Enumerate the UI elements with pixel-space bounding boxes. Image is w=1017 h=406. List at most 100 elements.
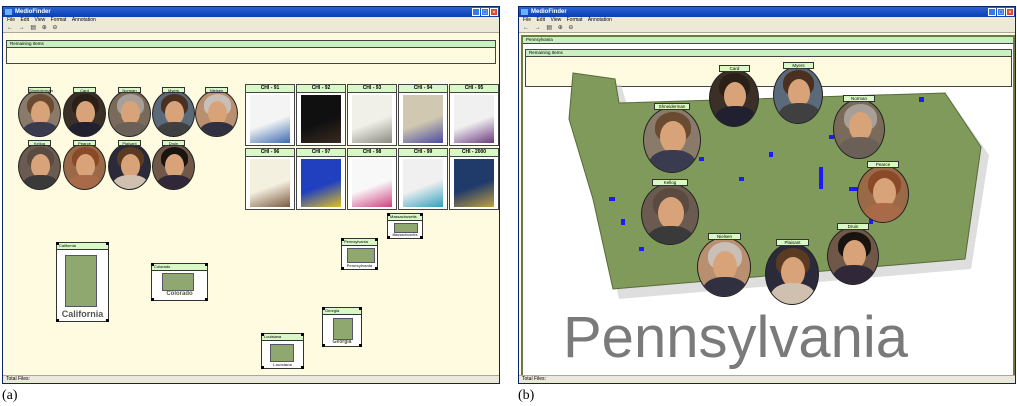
book-chi-98[interactable]: CHI - 98 (347, 148, 397, 210)
portrait-shneiderman[interactable]: Shneiderman (643, 103, 701, 173)
book-label: CHI - 95 (450, 85, 498, 93)
portrait-photo (709, 69, 759, 127)
portrait-plaisant[interactable]: Plaisant (765, 239, 819, 305)
resize-handle[interactable] (301, 366, 304, 369)
resize-handle[interactable] (151, 298, 154, 301)
clothing (715, 106, 756, 126)
state-map-name: Pennsylvania (346, 263, 373, 268)
clothing (779, 103, 820, 123)
resize-handle[interactable] (375, 267, 378, 270)
resize-handle[interactable] (359, 307, 362, 310)
state-map-shape (333, 318, 353, 340)
resize-handle[interactable] (56, 319, 59, 322)
portrait-label: Shneiderman (654, 103, 690, 110)
resize-handle[interactable] (106, 319, 109, 322)
resize-handle[interactable] (322, 307, 325, 310)
portrait-label: Druin (837, 223, 869, 230)
book-cover (301, 159, 341, 207)
portrait-druin[interactable]: Druin (827, 223, 879, 285)
menu-file[interactable]: File (7, 17, 15, 23)
portrait-photo (827, 227, 879, 285)
state-card-california[interactable]: California California (56, 242, 109, 322)
portrait-norman[interactable]: Norman (833, 95, 885, 159)
resize-handle[interactable] (420, 236, 423, 239)
portrait-label: Druin (162, 140, 185, 146)
resize-handle[interactable] (261, 333, 264, 336)
resize-handle[interactable] (375, 238, 378, 241)
resize-handle[interactable] (341, 267, 344, 270)
portrait-kellog[interactable]: Kellog (641, 179, 699, 245)
minimize-button[interactable]: _ (472, 8, 480, 16)
book-chi-91[interactable]: CHI - 91 (245, 84, 295, 146)
portrait-shneiderman[interactable]: Shneiderman (18, 87, 61, 137)
menu-format[interactable]: Format (51, 17, 67, 23)
book-chi-96[interactable]: CHI - 96 (245, 148, 295, 210)
resize-handle[interactable] (261, 366, 264, 369)
portrait-myers[interactable]: Myers (773, 62, 823, 124)
portrait-card[interactable]: Card (709, 65, 759, 127)
forward-icon[interactable]: → (19, 25, 25, 31)
remaining-items-label: Remaining Items (7, 41, 495, 48)
book-chi-97[interactable]: CHI - 97 (296, 148, 346, 210)
book-chi-2000[interactable]: CHI - 2000 (449, 148, 499, 210)
book-chi-99[interactable]: CHI - 99 (398, 148, 448, 210)
portrait-kellog[interactable]: Kellog (18, 140, 61, 190)
resize-handle[interactable] (301, 333, 304, 336)
clothing (649, 150, 696, 172)
remaining-items-bin[interactable]: Remaining Items (6, 40, 496, 64)
portrait-label: Shneiderman (28, 87, 53, 93)
portrait-photo (152, 143, 195, 190)
book-label: CHI - 94 (399, 85, 447, 93)
resize-handle[interactable] (322, 344, 325, 347)
book-label: CHI - 92 (297, 85, 345, 93)
resize-handle[interactable] (205, 298, 208, 301)
close-button[interactable]: × (490, 8, 498, 16)
menu-edit[interactable]: Edit (20, 17, 29, 23)
portrait-myers[interactable]: Myers (152, 87, 195, 137)
clothing (68, 175, 103, 189)
zoom-in-icon[interactable]: ⊕ (42, 25, 47, 31)
state-label: Pennsylvania (342, 239, 377, 246)
book-cover (250, 159, 290, 207)
resize-handle[interactable] (387, 213, 390, 216)
state-label: Georgia (323, 308, 361, 315)
resize-handle[interactable] (359, 344, 362, 347)
book-chi-95[interactable]: CHI - 95 (449, 84, 499, 146)
portrait-photo (857, 165, 909, 223)
resize-handle[interactable] (205, 263, 208, 266)
portrait-label: Norman (843, 95, 875, 102)
resize-handle[interactable] (106, 242, 109, 245)
portrait-photo (773, 66, 823, 124)
resize-handle[interactable] (341, 238, 344, 241)
book-chi-94[interactable]: CHI - 94 (398, 84, 448, 146)
menu-view[interactable]: View (34, 17, 45, 23)
resize-handle[interactable] (420, 213, 423, 216)
state-card-pennsylvania[interactable]: Pennsylvania Pennsylvania (341, 238, 378, 270)
menu-annotation[interactable]: Annotation (72, 17, 96, 23)
portrait-nielsen[interactable]: Nielsen (195, 87, 238, 137)
book-chi-92[interactable]: CHI - 92 (296, 84, 346, 146)
portrait-druin[interactable]: Druin (152, 140, 195, 190)
portrait-norman[interactable]: Norman (108, 87, 151, 137)
clothing (771, 283, 815, 304)
clothing (157, 122, 192, 136)
portrait-pearce[interactable]: Pearce (857, 161, 909, 223)
resize-handle[interactable] (151, 263, 154, 266)
state-card-georgia[interactable]: Georgia Georgia (322, 307, 362, 347)
state-card-louisiana[interactable]: Louisiana Louisiana (261, 333, 304, 369)
maximize-button[interactable]: □ (481, 8, 489, 16)
portrait-nielsen[interactable]: Nielsen (697, 233, 751, 297)
portrait-plaisant[interactable]: Plaisant (108, 140, 151, 190)
back-icon[interactable]: ← (7, 25, 13, 31)
resize-handle[interactable] (56, 242, 59, 245)
portrait-pearce[interactable]: Pearce (63, 140, 106, 190)
state-card-massachusetts[interactable]: Massachusetts Massachusetts (387, 213, 423, 239)
zoom-out-icon[interactable]: ⊖ (52, 25, 57, 31)
portrait-card[interactable]: Card (63, 87, 106, 137)
resize-handle[interactable] (387, 236, 390, 239)
state-card-colorado[interactable]: Colorado Colorado (151, 263, 208, 301)
book-chi-93[interactable]: CHI - 93 (347, 84, 397, 146)
status-text: Total Files: (6, 376, 30, 382)
document-icon[interactable]: ▤ (30, 25, 36, 31)
state-map-shape (347, 248, 375, 263)
